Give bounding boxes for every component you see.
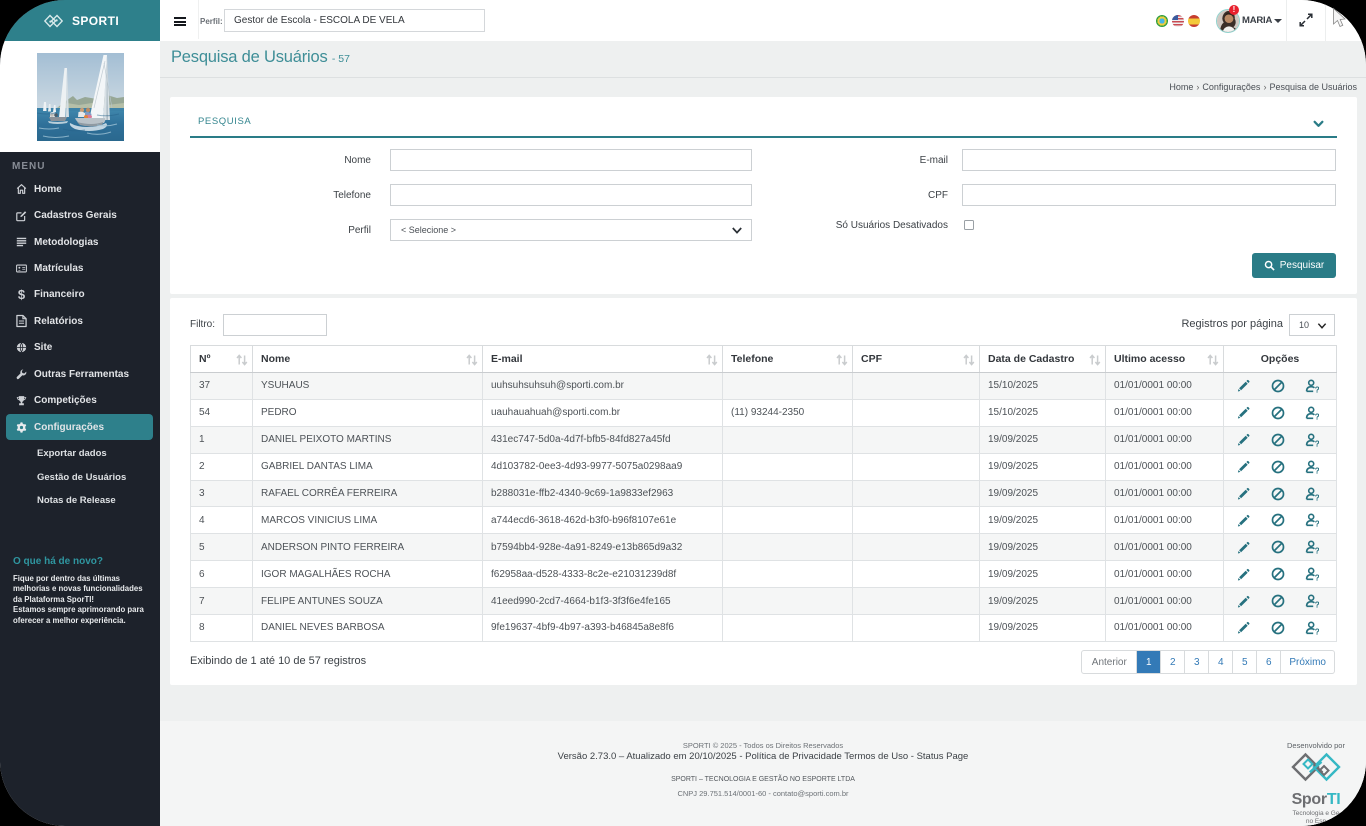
- svg-text:?: ?: [1315, 438, 1319, 447]
- svg-text:?: ?: [1315, 600, 1319, 609]
- svg-text:?: ?: [1315, 492, 1319, 501]
- svg-text:?: ?: [1315, 573, 1319, 582]
- svg-text:?: ?: [1315, 465, 1319, 474]
- svg-text:?: ?: [1315, 519, 1319, 528]
- svg-text:?: ?: [1315, 411, 1319, 420]
- svg-text:?: ?: [1315, 546, 1319, 555]
- svg-text:?: ?: [1315, 626, 1319, 635]
- svg-text:?: ?: [1315, 384, 1319, 393]
